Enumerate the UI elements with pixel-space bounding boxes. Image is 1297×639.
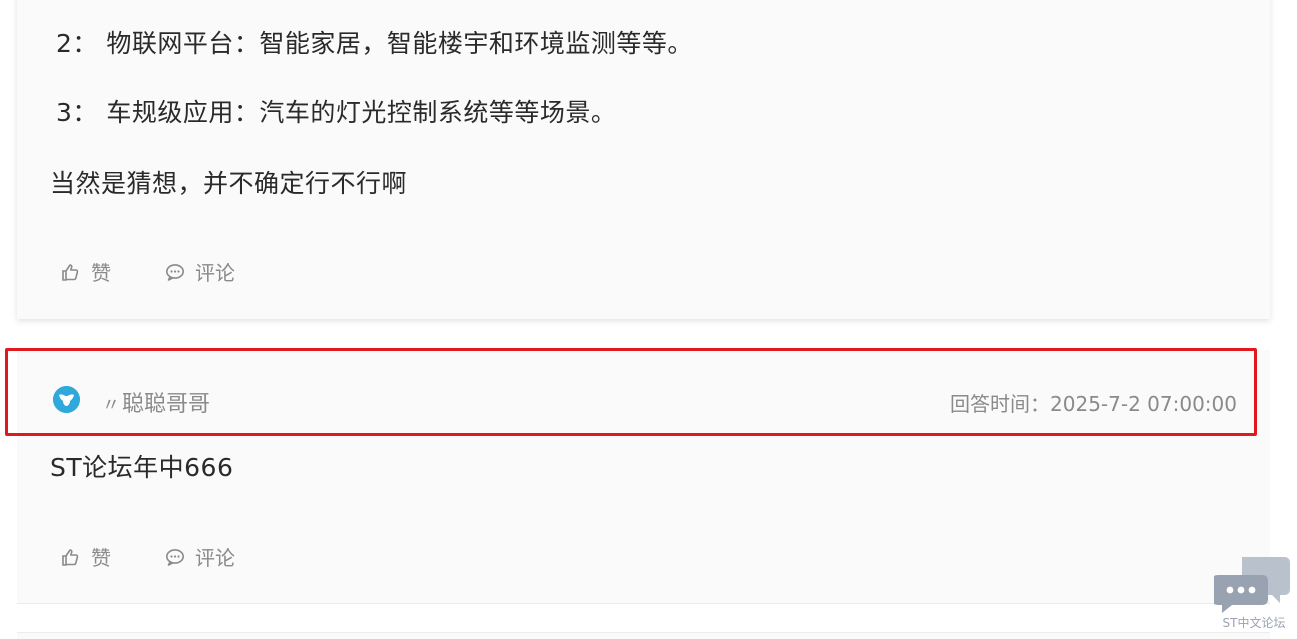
answer-text-line: 2： 物联网平台：智能家居，智能楼宇和环境监测等等。 (56, 29, 693, 58)
comment-button[interactable]: 评论 (165, 542, 235, 571)
thumbs-up-icon (61, 547, 81, 567)
comment-button[interactable]: 评论 (165, 257, 235, 286)
comment-bubble-icon (165, 547, 185, 567)
answer-2-actions: 赞 评论 (61, 542, 235, 571)
page: 2： 物联网平台：智能家居，智能楼宇和环境监测等等。 3： 车规级应用：汽车的灯… (0, 0, 1297, 639)
thumbs-up-icon (61, 262, 81, 282)
comment-label: 评论 (195, 546, 235, 570)
chat-bubbles-icon (1212, 557, 1290, 613)
like-button[interactable]: 赞 (61, 257, 111, 286)
answer-text-line: 3： 车规级应用：汽车的灯光控制系统等等场景。 (56, 98, 617, 127)
forum-chat-badge[interactable]: ST中文论坛 (1212, 553, 1294, 633)
next-answer-card-edge (17, 632, 1270, 639)
answer-1-actions: 赞 评论 (61, 257, 235, 286)
like-label: 赞 (91, 546, 111, 570)
answer-content: ST论坛年中666 (50, 453, 234, 482)
comment-label: 评论 (195, 261, 235, 285)
forum-badge-label: ST中文论坛 (1222, 616, 1286, 630)
like-button[interactable]: 赞 (61, 542, 111, 571)
like-label: 赞 (91, 261, 111, 285)
comment-bubble-icon (165, 262, 185, 282)
highlight-box (5, 348, 1257, 436)
answer-text-line: 当然是猜想，并不确定行不行啊 (50, 169, 408, 198)
